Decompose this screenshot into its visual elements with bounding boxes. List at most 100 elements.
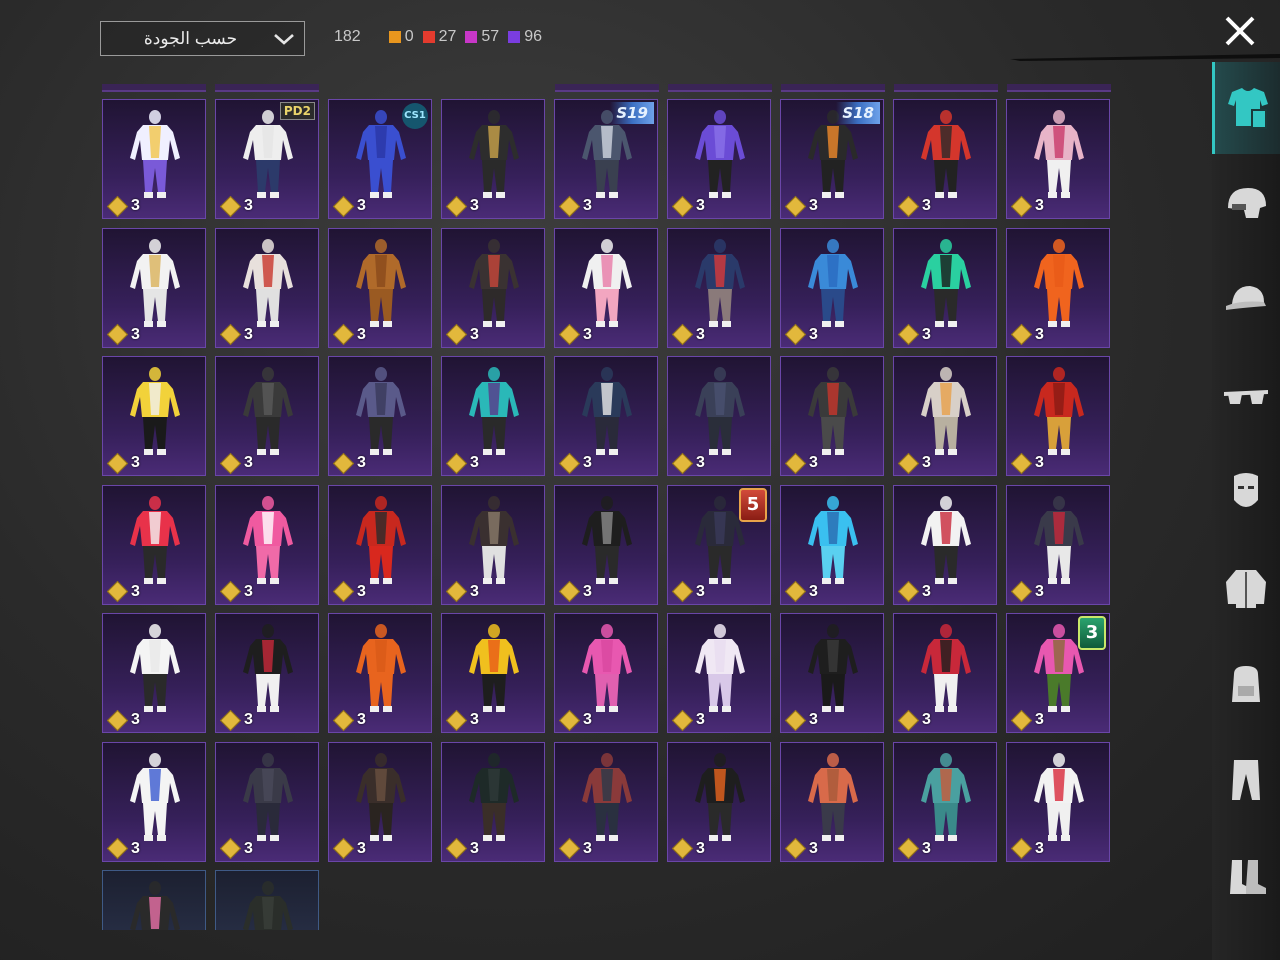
inventory-item[interactable]: 3 (1006, 484, 1110, 605)
item-badge: CS1 (402, 103, 428, 129)
quality-diamond-icon (784, 580, 807, 603)
inventory-item[interactable]: 3 (102, 356, 206, 476)
outfit-preview-icon (1029, 494, 1089, 590)
inventory-item[interactable]: 3 (893, 99, 997, 219)
inventory-item[interactable]: 3 (893, 227, 997, 348)
inventory-item[interactable]: 3 (780, 356, 884, 476)
inventory-item[interactable]: 3 (554, 613, 658, 733)
quantity-value: 3 (696, 197, 705, 214)
quantity-value: 3 (922, 711, 931, 728)
sidebar-tab-mask[interactable] (1212, 446, 1280, 538)
outfit-preview-icon (803, 237, 863, 333)
inventory-item[interactable]: 3 (780, 227, 884, 348)
inventory-item[interactable]: CS1 3 (328, 99, 432, 219)
inventory-item[interactable]: 3 (441, 99, 545, 219)
inventory-item[interactable]: 3 (1006, 99, 1110, 219)
inventory-item[interactable]: S19 3 (554, 99, 658, 219)
quantity-value: 3 (244, 839, 253, 857)
inventory-item[interactable]: 3 (780, 741, 884, 862)
inventory-item[interactable]: 3 (554, 356, 658, 476)
inventory-item[interactable]: 3 (893, 356, 997, 476)
item-quantity: 3 (784, 452, 818, 474)
sidebar-tab-cap[interactable] (1212, 254, 1280, 346)
sidebar-tab-glasses[interactable] (1212, 350, 1280, 442)
inventory-item[interactable]: 3 (102, 227, 206, 348)
quality-diamond-icon (1010, 195, 1033, 217)
inventory-item[interactable]: 3 (667, 99, 771, 219)
inventory-item[interactable]: 3 (893, 613, 997, 733)
quality-diamond-icon (558, 580, 581, 603)
quantity-value: 3 (922, 454, 931, 471)
helmet-icon (1228, 188, 1266, 218)
item-badge: 5 (739, 487, 767, 522)
inventory-item[interactable]: 3 (441, 741, 545, 862)
inventory-item[interactable]: 3 (441, 613, 545, 733)
inventory-item[interactable]: 3 (102, 741, 206, 862)
inventory-item[interactable]: 3 (328, 484, 432, 605)
inventory-item[interactable]: 3 (215, 741, 319, 862)
item-quantity: 3 (106, 837, 140, 860)
inventory-item[interactable]: 3 (554, 484, 658, 605)
inventory-item[interactable]: 3 (893, 741, 997, 862)
quantity-value: 3 (357, 197, 366, 214)
quality-diamond-icon (106, 837, 129, 860)
inventory-item[interactable]: 3 (667, 613, 771, 733)
quality-diamond-icon (671, 323, 694, 346)
inventory-item[interactable]: 3 (215, 613, 319, 733)
outfit-preview-icon (803, 751, 863, 847)
inventory-item[interactable]: 3 (328, 227, 432, 348)
inventory-item[interactable]: 3 (441, 227, 545, 348)
inventory-item[interactable]: 33 (1006, 613, 1110, 733)
inventory-item[interactable]: 3 (215, 356, 319, 476)
inventory-item[interactable]: 3 (1006, 227, 1110, 348)
item-quantity: 3 (219, 580, 253, 603)
inventory-item[interactable]: 3 (780, 484, 884, 605)
quantity-value: 3 (809, 711, 818, 728)
inventory-item[interactable]: 3 (1006, 741, 1110, 862)
inventory-item[interactable]: 3 (1006, 356, 1110, 476)
inventory-item[interactable]: 3 (780, 613, 884, 733)
quality-diamond-icon (219, 580, 242, 603)
sort-dropdown[interactable]: حسب الجودة (100, 21, 305, 56)
outfit-preview-icon (577, 365, 637, 461)
inventory-item[interactable]: 3 (102, 484, 206, 605)
inventory-item[interactable]: 3 (893, 484, 997, 605)
item-quantity: 3 (445, 452, 479, 474)
outfit-preview-icon (351, 365, 411, 461)
inventory-item[interactable]: 3 (102, 613, 206, 733)
item-quantity: 3 (897, 323, 931, 346)
inventory-item[interactable]: 3 (441, 356, 545, 476)
sidebar-tab-jacket[interactable] (1212, 542, 1280, 634)
inventory-item[interactable]: 3 (215, 227, 319, 348)
sidebar-tab-outfit[interactable] (1212, 62, 1280, 154)
inventory-item[interactable]: 3 (667, 356, 771, 476)
inventory-item[interactable]: 3 (441, 484, 545, 605)
inventory-item[interactable]: 3 (328, 356, 432, 476)
inventory-item[interactable]: S18 3 (780, 99, 884, 219)
item-quantity: 3 (1010, 837, 1044, 860)
sidebar-tab-backpack[interactable] (1212, 638, 1280, 730)
inventory-item[interactable]: 3 (667, 741, 771, 862)
inventory-item[interactable]: 3 (328, 613, 432, 733)
sidebar-tab-helmet[interactable] (1212, 158, 1280, 250)
inventory-item[interactable]: 3 (554, 227, 658, 348)
inventory-item[interactable] (215, 870, 319, 930)
inventory-item[interactable]: 53 (667, 484, 771, 605)
inventory-item[interactable]: 3 (554, 741, 658, 862)
outfit-preview-icon (464, 237, 524, 333)
quantity-value: 3 (470, 839, 479, 857)
inventory-item[interactable]: 3 (102, 99, 206, 219)
quality-diamond-icon (897, 323, 920, 346)
quantity-value: 3 (357, 325, 366, 343)
inventory-item[interactable]: PD2 3 (215, 99, 319, 219)
sidebar-tab-pants[interactable] (1212, 734, 1280, 826)
close-button[interactable] (1222, 13, 1258, 49)
sidebar-tab-shoes[interactable] (1212, 830, 1280, 922)
item-quantity: 3 (671, 323, 705, 346)
inventory-item[interactable]: 3 (215, 484, 319, 605)
quantity-value: 3 (922, 325, 931, 343)
cap-icon (1226, 286, 1266, 310)
inventory-item[interactable]: 3 (328, 741, 432, 862)
inventory-item[interactable] (102, 870, 206, 930)
inventory-item[interactable]: 3 (667, 227, 771, 348)
